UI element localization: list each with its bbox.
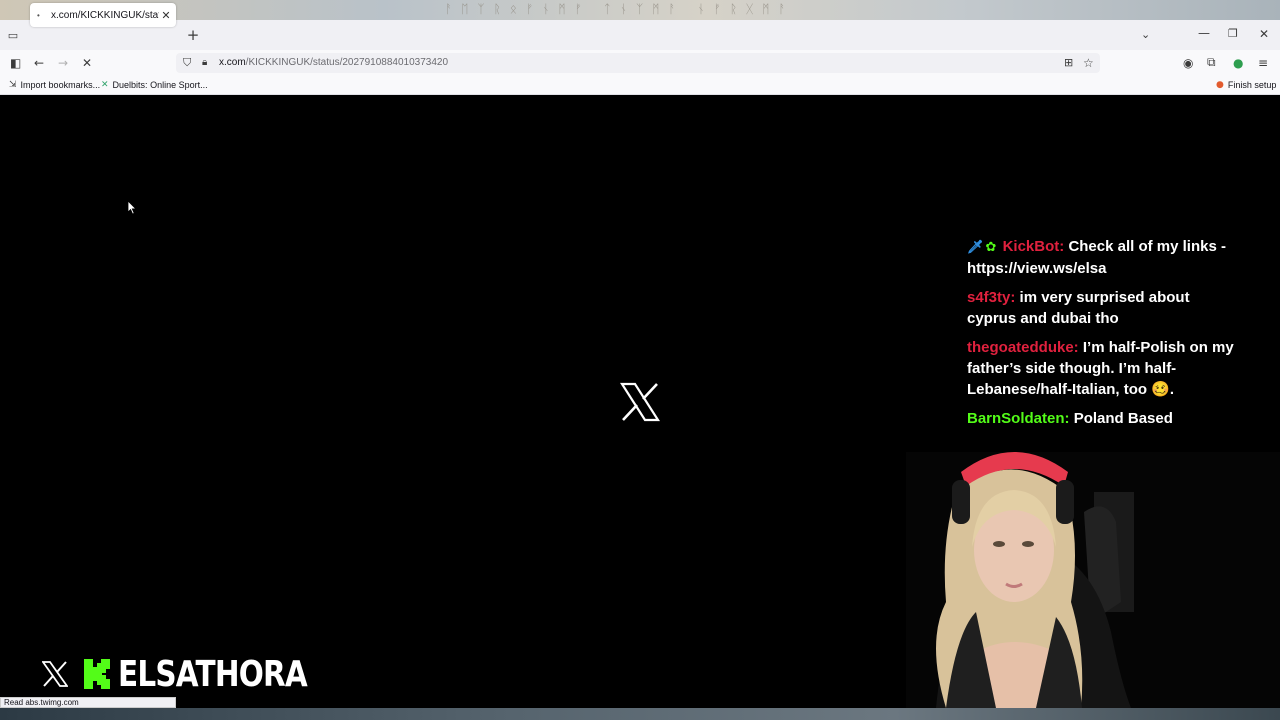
chat-username: KickBot: <box>1002 238 1065 255</box>
chat-message: thegoatedduke: I’m half-Polish on my fat… <box>967 337 1237 400</box>
chat-message: BarnSoldaten: Poland Based <box>967 408 1237 429</box>
extension-badge-icon[interactable]: ● <box>1233 55 1243 70</box>
bookmark-duelbits-label: Duelbits: Online Sport... <box>112 80 208 90</box>
finish-setup-label: Finish setup <box>1227 80 1277 90</box>
lock-icon[interactable]: 🔒︎ <box>202 55 207 70</box>
chat-message: 🗡︎ ✿ KickBot: Check all of my links - htt… <box>967 236 1237 279</box>
bookmark-duelbits[interactable]: ✕ Duelbits: Online Sport... <box>101 80 208 90</box>
tab-favicon-icon: • <box>37 10 40 20</box>
decorative-banner: ᚨᛖᛉᚱᛟᚠᚾᛗᚠ ᛏᚾᛉᛗᚨ ᚾᚠᚱᚷᛗᚨ <box>0 0 1280 20</box>
url-path: /KICKKINGUK/status/2027910884010373420 <box>245 57 449 68</box>
tab-title: x.com/KICKKINGUK/status/2027 <box>51 9 159 21</box>
minimize-icon[interactable]: — <box>1198 26 1210 40</box>
x-brand-icon <box>42 661 68 687</box>
chat-message: s4f3ty: im very surprised about cyprus a… <box>967 287 1237 329</box>
url-text[interactable]: x.com/KICKKINGUK/status/2027910884010373… <box>219 57 448 68</box>
mouse-cursor-icon <box>127 200 137 215</box>
bookmark-import-label: Import bookmarks... <box>20 80 101 90</box>
chat-overlay: 🗡︎ ✿ KickBot: Check all of my links - htt… <box>967 236 1237 437</box>
tabs-list-icon[interactable]: ▭ <box>6 28 20 42</box>
menu-icon[interactable]: ≡ <box>1258 55 1268 70</box>
extensions-icon[interactable]: ⧉ <box>1207 55 1216 70</box>
tracking-protection-icon[interactable]: ⛉ <box>183 55 191 70</box>
finish-setup-button[interactable]: ● Finish setup <box>1216 80 1276 90</box>
list-all-tabs-icon[interactable]: ⌄ <box>1141 28 1150 41</box>
new-tab-icon[interactable]: + <box>186 26 200 44</box>
firefox-icon: ● <box>1216 80 1224 90</box>
gear-badge-icon: ✿ <box>985 240 997 255</box>
duelbits-icon: ✕ <box>101 80 109 90</box>
sidebar-icon[interactable]: ◧ <box>10 55 21 70</box>
import-icon: ⇲ <box>9 80 17 90</box>
webcam-overlay <box>906 452 1280 708</box>
bottom-decorative-strip <box>0 708 1280 720</box>
chat-username: thegoatedduke: <box>967 339 1079 356</box>
sword-icon: 🗡︎ <box>967 240 984 255</box>
streamer-brand: ELSATHORA <box>42 653 348 695</box>
bookmark-star-icon[interactable]: ☆ <box>1083 55 1094 70</box>
account-icon[interactable]: ◉ <box>1183 55 1193 70</box>
tab-active[interactable]: • x.com/KICKKINGUK/status/2027 ✕ <box>30 3 176 27</box>
url-domain: x.com <box>219 57 246 68</box>
banner-runes: ᚨᛖᛉᚱᛟᚠᚾᛗᚠ ᛏᚾᛉᛗᚨ ᚾᚠᚱᚷᛗᚨ <box>445 2 795 16</box>
stop-loading-icon[interactable]: ✕ <box>82 55 92 70</box>
window-close-icon[interactable]: ✕ <box>1259 27 1269 41</box>
bookmark-import[interactable]: ⇲ Import bookmarks... <box>9 80 100 90</box>
reader-view-icon[interactable]: ⊞ <box>1064 55 1073 70</box>
streamer-name: ELSATHORA <box>118 653 308 695</box>
streamer-webcam-image <box>906 452 1280 708</box>
kick-logo-icon <box>84 659 110 689</box>
status-bar: Read abs.twimg.com <box>0 697 176 708</box>
x-logo-icon <box>620 382 660 422</box>
chat-text: Poland Based <box>1073 410 1173 427</box>
back-icon[interactable]: ← <box>34 55 44 70</box>
restore-icon[interactable]: ❐ <box>1228 27 1238 40</box>
forward-icon[interactable]: → <box>58 55 68 70</box>
chat-username: BarnSoldaten: <box>967 410 1070 427</box>
chat-username: s4f3ty: <box>967 289 1016 306</box>
tab-close-icon[interactable]: ✕ <box>159 9 173 22</box>
